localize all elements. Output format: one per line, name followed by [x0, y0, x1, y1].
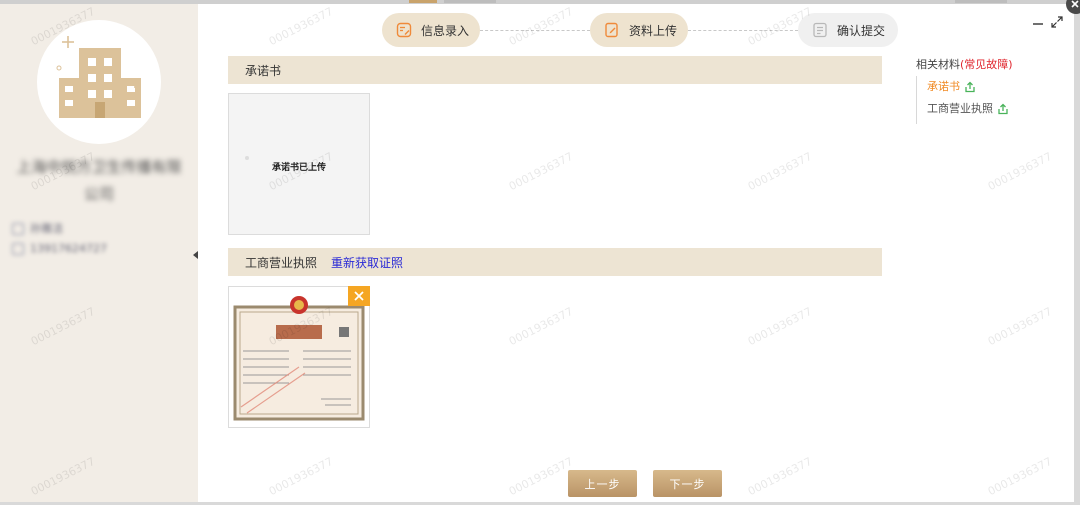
- step-connector: [688, 30, 798, 31]
- document-edit-icon: [605, 22, 618, 38]
- phone-row: 13917624727: [12, 242, 107, 255]
- phone-icon: [12, 243, 24, 255]
- step-label: 确认提交: [837, 23, 886, 38]
- sidebar: 上海中悦方卫生传播有限公司 孙雅洁 13917624727: [0, 4, 198, 502]
- step-info-entry[interactable]: 信息录入: [382, 13, 480, 47]
- building-icon: [56, 36, 141, 118]
- section-title: 承诺书: [245, 63, 282, 78]
- contact-row: 孙雅洁: [12, 220, 63, 236]
- related-item-label: 工商营业执照: [927, 102, 993, 115]
- section-title: 工商营业执照: [245, 255, 318, 270]
- business-license-thumbnail[interactable]: [228, 286, 370, 428]
- step-confirm-submit[interactable]: 确认提交: [798, 13, 898, 47]
- faq-link[interactable]: (常见故障): [960, 58, 1013, 71]
- top-tab-marker: [444, 0, 496, 3]
- upload-icon: [965, 81, 975, 93]
- step-connector: [480, 30, 590, 31]
- section-header-pledge: 承诺书: [228, 56, 882, 84]
- related-item-pledge[interactable]: 承诺书: [927, 76, 1010, 98]
- window-close-button[interactable]: [1066, 0, 1080, 14]
- prev-step-button[interactable]: 上一步: [568, 470, 637, 497]
- maximize-icon[interactable]: [1051, 16, 1063, 28]
- related-item-license[interactable]: 工商营业执照: [927, 98, 1010, 120]
- refetch-license-link[interactable]: 重新获取证照: [331, 254, 403, 271]
- upload-status-text: 承诺书已上传: [271, 163, 326, 173]
- top-tab-marker: [409, 0, 437, 3]
- related-item-label: 承诺书: [927, 80, 960, 93]
- related-materials-list: 承诺书 工商营业执照: [916, 76, 1010, 124]
- next-step-button[interactable]: 下一步: [653, 470, 722, 497]
- pledge-upload-box[interactable]: 承诺书已上传: [228, 93, 370, 235]
- close-icon: [354, 291, 364, 301]
- contact-name: 孙雅洁: [30, 222, 63, 235]
- user-icon: [12, 223, 24, 235]
- edit-form-icon: [396, 22, 412, 38]
- step-label: 信息录入: [421, 23, 470, 38]
- business-license-image: [233, 296, 365, 421]
- company-avatar: [37, 20, 161, 144]
- minimize-icon[interactable]: [1032, 16, 1044, 28]
- close-icon: [1071, 0, 1079, 8]
- step-material-upload[interactable]: 资料上传: [590, 13, 688, 47]
- contact-phone: 13917624727: [30, 242, 107, 255]
- main-panel: 信息录入 资料上传 确认提交 承诺书 承诺书已上传 工商营业执照 重新获取证照: [198, 4, 1074, 502]
- remove-license-button[interactable]: [348, 286, 370, 306]
- related-materials-title: 相关材料(常见故障): [916, 56, 1066, 72]
- step-label: 资料上传: [629, 23, 678, 38]
- document-icon: [813, 22, 827, 38]
- top-tab-marker: [955, 0, 1007, 3]
- related-title-text: 相关材料: [916, 58, 960, 71]
- upload-icon: [998, 103, 1008, 115]
- related-materials-panel: 相关材料(常见故障) 承诺书 工商营业执照: [916, 56, 1066, 124]
- section-header-license: 工商营业执照 重新获取证照: [228, 248, 882, 276]
- company-name: 上海中悦方卫生传播有限公司: [16, 158, 182, 203]
